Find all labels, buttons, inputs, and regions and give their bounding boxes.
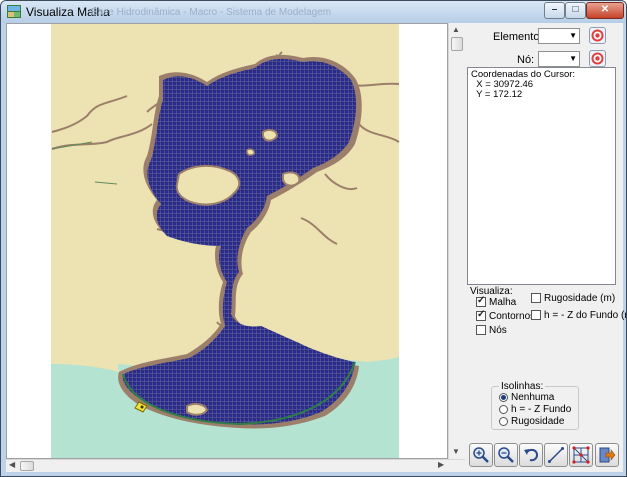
horizontal-scroll-thumb[interactable] xyxy=(20,461,34,471)
locate-no-button[interactable] xyxy=(589,50,606,67)
mesh-nodes-button[interactable] xyxy=(569,443,593,467)
h-fundo-checkbox[interactable] xyxy=(531,310,541,320)
app-icon xyxy=(7,5,21,18)
isolinhas-nenhuma-label: Nenhuma xyxy=(511,392,555,403)
island-south xyxy=(186,402,209,416)
zoom-out-button[interactable] xyxy=(494,443,518,467)
map-horizontal-scrollbar[interactable]: ◀ ▶ xyxy=(6,459,465,472)
malha-label: Malha xyxy=(489,297,517,308)
nos-label: Nós xyxy=(489,325,507,336)
isolinhas-nenhuma-radio[interactable] xyxy=(499,393,508,402)
target-icon xyxy=(591,52,604,65)
elemento-combobox[interactable]: ▼ xyxy=(538,28,580,44)
background-window-title: Base Hidrodinâmica - Macro - Sistema de … xyxy=(91,7,332,18)
mesh-map-svg xyxy=(51,24,400,458)
isolinhas-rugosidade-label: Rugosidade xyxy=(511,416,565,427)
h-fundo-label: h = - Z do Fundo (m) xyxy=(544,310,627,321)
vertical-scroll-thumb[interactable] xyxy=(451,37,463,51)
zoom-in-button[interactable] xyxy=(469,443,493,467)
map-vertical-scrollbar[interactable]: ▲ ▼ xyxy=(448,23,465,459)
island-small-2 xyxy=(282,171,301,187)
cursor-coordinates-box: Coordenadas do Cursor: X = 30972.46 Y = … xyxy=(467,67,616,285)
isolinhas-h-fundo-radio[interactable] xyxy=(499,405,508,414)
cursor-y-value: Y = 172.12 xyxy=(471,89,523,100)
scroll-right-icon[interactable]: ▶ xyxy=(438,460,444,469)
mesh-map-canvas[interactable] xyxy=(6,23,448,459)
radio-selected-icon xyxy=(501,395,506,400)
zoom-out-icon xyxy=(498,447,514,463)
chevron-down-icon: ▼ xyxy=(569,31,577,40)
zoom-in-icon xyxy=(473,447,489,463)
rugosidade-label: Rugosidade (m) xyxy=(544,293,616,304)
target-icon xyxy=(591,29,604,42)
no-label: Nó: xyxy=(517,54,535,66)
locate-elemento-button[interactable] xyxy=(589,27,606,44)
isolinhas-h-fundo-label: h = - Z Fundo xyxy=(511,404,572,415)
measure-line-icon xyxy=(548,447,564,463)
island-small-1 xyxy=(262,128,279,142)
close-button[interactable]: ✕ xyxy=(586,2,624,19)
contornos-checkbox[interactable]: ✓ xyxy=(476,309,486,321)
exit-icon xyxy=(599,447,616,463)
rugosidade-checkbox[interactable] xyxy=(531,293,541,303)
chevron-down-icon: ▼ xyxy=(569,54,577,63)
undo-zoom-button[interactable] xyxy=(519,443,543,467)
minimize-button[interactable]: – xyxy=(544,2,565,19)
elemento-label: Elemento: xyxy=(493,31,543,43)
mesh-nodes-icon xyxy=(572,446,590,464)
scroll-left-icon[interactable]: ◀ xyxy=(9,460,15,469)
undo-icon xyxy=(524,448,539,462)
scroll-up-icon[interactable]: ▲ xyxy=(452,25,460,34)
scroll-down-icon[interactable]: ▼ xyxy=(452,447,460,456)
isolinhas-title: Isolinhas: xyxy=(499,381,546,392)
check-icon: ✓ xyxy=(477,295,486,306)
maximize-icon: □ xyxy=(572,4,579,15)
minimize-icon: – xyxy=(551,4,558,15)
isolinhas-rugosidade-radio[interactable] xyxy=(499,417,508,426)
close-icon: ✕ xyxy=(600,4,610,15)
no-combobox[interactable]: ▼ xyxy=(538,51,580,67)
measure-line-button[interactable] xyxy=(544,443,568,467)
exit-button[interactable] xyxy=(595,443,619,467)
visualiza-malha-window: Visualiza Malha Base Hidrodinâmica - Mac… xyxy=(0,0,627,477)
nos-checkbox[interactable] xyxy=(476,325,486,335)
control-panel: Elemento: ▼ Nó: ▼ Coordenadas do Cursor:… xyxy=(465,23,626,472)
island-small-3 xyxy=(246,148,255,156)
check-icon: ✓ xyxy=(477,309,486,320)
maximize-button[interactable]: □ xyxy=(565,2,586,19)
contornos-label: Contornos xyxy=(489,311,536,322)
malha-checkbox[interactable]: ✓ xyxy=(476,295,486,307)
title-bar: Visualiza Malha Base Hidrodinâmica - Mac… xyxy=(1,1,626,23)
client-area: ▲ ▼ ◀ ▶ Elemento: ▼ Nó: ▼ Coordenadas do… xyxy=(6,23,626,472)
